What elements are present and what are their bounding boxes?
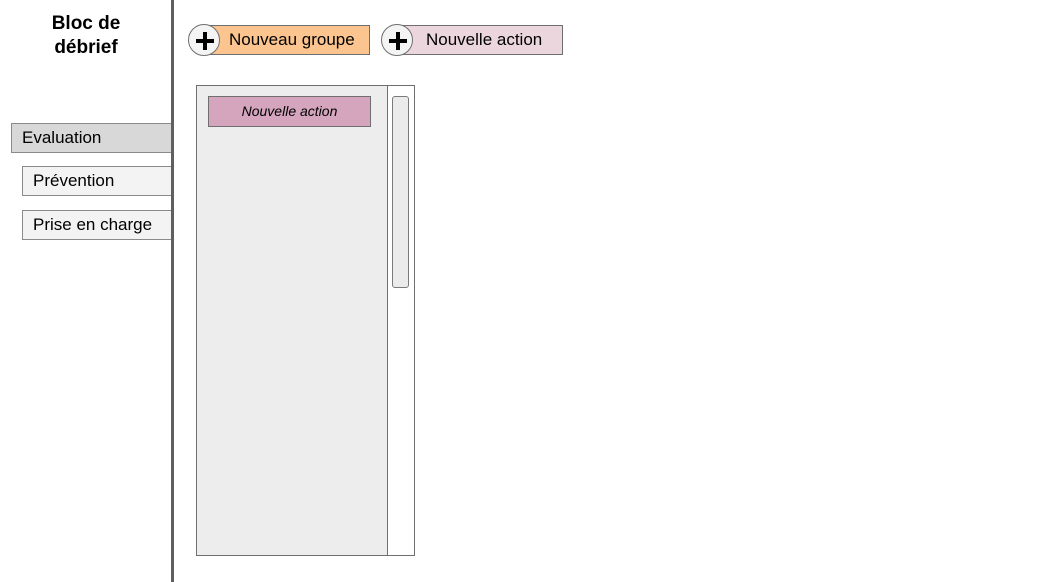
action-card[interactable]: Nouvelle action [208, 96, 371, 127]
sidebar-item-prevention[interactable]: Prévention [22, 166, 172, 196]
action-card-label: Nouvelle action [241, 103, 338, 119]
panel-scrollbar-track [387, 86, 414, 555]
sidebar-title: Bloc de débrief [51, 13, 121, 58]
sidebar-item-evaluation[interactable]: Evaluation [11, 123, 172, 153]
sidebar-item-prise-en-charge[interactable]: Prise en charge [22, 210, 172, 240]
panel-scrollbar-thumb[interactable] [392, 96, 409, 288]
new-action-button[interactable]: Nouvelle action [396, 25, 563, 55]
group-panel: Nouvelle action [196, 85, 415, 556]
new-group-label: Nouveau groupe [229, 30, 355, 49]
new-group-button[interactable]: Nouveau groupe [202, 25, 370, 55]
sidebar-divider [171, 0, 174, 582]
sidebar-item-label: Prévention [33, 171, 115, 190]
app-window: Bloc de débrief Evaluation Prévention Pr… [0, 0, 1041, 582]
sidebar-item-label: Prise en charge [33, 215, 153, 234]
plus-icon[interactable] [188, 24, 220, 56]
new-action-label: Nouvelle action [426, 30, 543, 49]
plus-icon[interactable] [381, 24, 413, 56]
sidebar-item-label: Evaluation [22, 128, 102, 147]
